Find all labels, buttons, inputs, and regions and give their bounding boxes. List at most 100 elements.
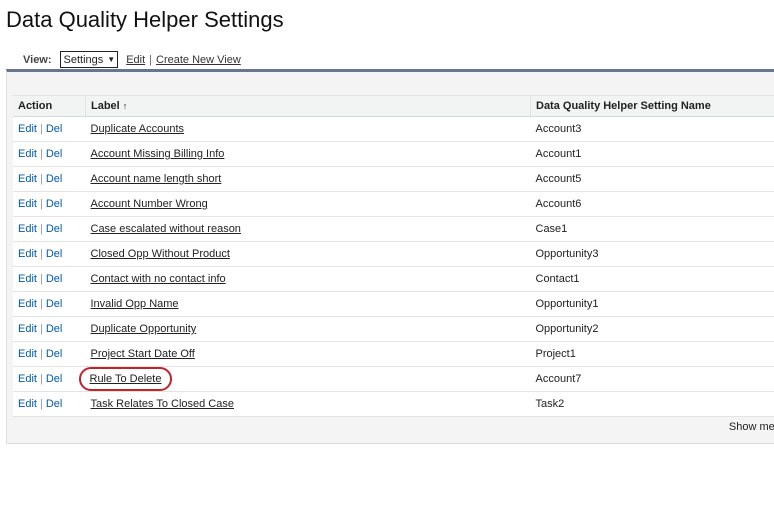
- delete-link[interactable]: Del: [46, 298, 63, 310]
- table-row: Edit | Del Account Missing Billing Info Acco…: [13, 141, 774, 167]
- view-bar: View: Settings ▼ Edit | Create New View: [23, 51, 241, 68]
- setting-name-cell: Account3: [530, 116, 774, 142]
- action-cell: Edit | Del: [13, 116, 86, 142]
- action-cell: Edit | Del: [13, 166, 86, 192]
- list-panel: Action Label ↑ Data Quality Helper Settin…: [6, 69, 774, 444]
- rule-label-link[interactable]: Rule To Delete: [90, 373, 162, 385]
- delete-link[interactable]: Del: [46, 348, 63, 360]
- setting-name-cell: Opportunity3: [530, 241, 774, 267]
- table-row: Edit | Del Duplicate Accounts Account3: [13, 116, 774, 142]
- action-cell: Edit | Del: [13, 241, 86, 267]
- action-cell: Edit | Del: [13, 391, 86, 417]
- highlight-circle: Rule To Delete: [78, 367, 173, 391]
- label-cell: Account name length short: [85, 166, 531, 192]
- rule-label-link[interactable]: Duplicate Opportunity: [91, 323, 197, 335]
- edit-link[interactable]: Edit: [18, 248, 37, 260]
- settings-table: Action Label ↑ Data Quality Helper Settin…: [13, 95, 774, 417]
- table-row: Edit | Del Case escalated without reason Cas…: [13, 216, 774, 242]
- rule-label-link[interactable]: Closed Opp Without Product: [91, 248, 230, 260]
- label-cell: Project Start Date Off: [85, 341, 531, 367]
- action-separator: |: [39, 323, 43, 335]
- setting-name-cell: Account1: [530, 141, 774, 167]
- action-separator: |: [39, 148, 43, 160]
- rule-label-link[interactable]: Contact with no contact info: [91, 273, 226, 285]
- delete-link[interactable]: Del: [46, 173, 63, 185]
- action-separator: |: [39, 198, 43, 210]
- label-cell: Account Number Wrong: [85, 191, 531, 217]
- delete-link[interactable]: Del: [46, 273, 63, 285]
- action-separator: |: [39, 373, 43, 385]
- setting-name-cell: Account5: [530, 166, 774, 192]
- delete-link[interactable]: Del: [46, 223, 63, 235]
- action-cell: Edit | Del: [13, 316, 86, 342]
- action-separator: |: [39, 223, 43, 235]
- delete-link[interactable]: Del: [46, 148, 63, 160]
- table-row: Edit | Del Duplicate Opportunity Opportunity…: [13, 316, 774, 342]
- delete-link[interactable]: Del: [46, 398, 63, 410]
- rule-label-link[interactable]: Task Relates To Closed Case: [91, 398, 234, 410]
- action-cell: Edit | Del: [13, 141, 86, 167]
- table-row: Edit | Del Project Start Date Off Project1: [13, 341, 774, 367]
- table-row: Edit | Del Invalid Opp Name Opportunity1: [13, 291, 774, 317]
- table-header-row: Action Label ↑ Data Quality Helper Settin…: [13, 95, 774, 117]
- view-select[interactable]: Settings ▼: [59, 51, 119, 68]
- show-me-text: Show me: [728, 421, 774, 433]
- setting-name-cell: Contact1: [530, 266, 774, 292]
- delete-link[interactable]: Del: [46, 198, 63, 210]
- action-cell: Edit | Del: [13, 191, 86, 217]
- edit-link[interactable]: Edit: [18, 173, 37, 185]
- action-separator: |: [39, 123, 43, 135]
- setting-name-cell: Task2: [530, 391, 774, 417]
- header-label[interactable]: Label ↑: [85, 95, 531, 117]
- edit-link[interactable]: Edit: [18, 148, 37, 160]
- delete-link[interactable]: Del: [46, 323, 63, 335]
- setting-name-cell: Opportunity1: [530, 291, 774, 317]
- edit-link[interactable]: Edit: [18, 123, 37, 135]
- pagination-footer: Show me fe: [729, 421, 774, 433]
- page-title: Data Quality Helper Settings: [6, 7, 284, 32]
- label-cell: Invalid Opp Name: [85, 291, 531, 317]
- view-select-value: Settings: [63, 53, 104, 66]
- table-row: Edit | Del Contact with no contact info Cont…: [13, 266, 774, 292]
- action-cell: Edit | Del: [13, 341, 86, 367]
- setting-name-cell: Case1: [530, 216, 774, 242]
- action-separator: |: [39, 248, 43, 260]
- edit-link[interactable]: Edit: [18, 273, 37, 285]
- rule-label-link[interactable]: Invalid Opp Name: [91, 298, 179, 310]
- header-setting-name[interactable]: Data Quality Helper Setting Name: [530, 95, 774, 117]
- view-label: View:: [23, 53, 52, 66]
- rule-label-link[interactable]: Account Missing Billing Info: [91, 148, 225, 160]
- action-cell: Edit | Del: [13, 291, 86, 317]
- action-separator: |: [39, 273, 43, 285]
- rule-label-link[interactable]: Account name length short: [91, 173, 222, 185]
- table-row: Edit | Del Rule To Delete Account7: [13, 366, 774, 392]
- edit-link[interactable]: Edit: [18, 298, 37, 310]
- label-cell: Duplicate Accounts: [85, 116, 531, 142]
- edit-link[interactable]: Edit: [18, 398, 37, 410]
- setting-name-cell: Opportunity2: [530, 316, 774, 342]
- edit-link[interactable]: Edit: [18, 223, 37, 235]
- action-separator: |: [39, 298, 43, 310]
- setting-name-cell: Account6: [530, 191, 774, 217]
- rule-label-link[interactable]: Account Number Wrong: [91, 198, 208, 210]
- table-row: Edit | Del Account name length short Account…: [13, 166, 774, 192]
- rule-label-link[interactable]: Case escalated without reason: [91, 223, 241, 235]
- action-separator: |: [39, 348, 43, 360]
- label-cell: Task Relates To Closed Case: [85, 391, 531, 417]
- create-new-view-link[interactable]: Create New View: [156, 54, 241, 66]
- edit-link[interactable]: Edit: [18, 323, 37, 335]
- action-cell: Edit | Del: [13, 366, 86, 392]
- label-cell: Account Missing Billing Info: [85, 141, 531, 167]
- delete-link[interactable]: Del: [46, 123, 63, 135]
- rule-label-link[interactable]: Duplicate Accounts: [91, 123, 185, 135]
- table-row: Edit | Del Account Number Wrong Account6: [13, 191, 774, 217]
- edit-link[interactable]: Edit: [18, 198, 37, 210]
- delete-link[interactable]: Del: [46, 248, 63, 260]
- setting-name-cell: Project1: [530, 341, 774, 367]
- delete-link[interactable]: Del: [46, 373, 63, 385]
- edit-view-link[interactable]: Edit: [126, 54, 145, 66]
- edit-link[interactable]: Edit: [18, 373, 37, 385]
- chevron-down-icon: ▼: [107, 55, 116, 64]
- edit-link[interactable]: Edit: [18, 348, 37, 360]
- rule-label-link[interactable]: Project Start Date Off: [91, 348, 195, 360]
